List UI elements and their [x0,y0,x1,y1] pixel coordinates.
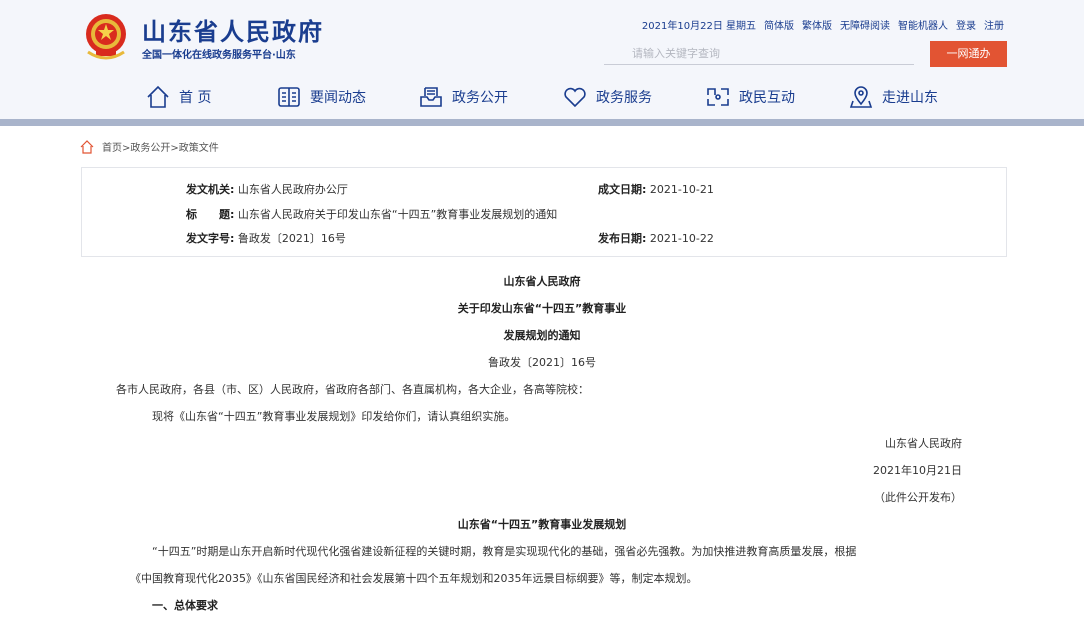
breadcrumb-path[interactable]: 首页>政务公开>政策文件 [102,139,219,154]
sign-org: 山东省人民政府 [885,437,962,450]
nav-label: 首 页 [179,90,212,106]
nav-label: 政务公开 [452,90,508,106]
article-heading-2: 发展规划的通知 [503,329,581,342]
sign-note: （此件公开发布） [874,491,962,504]
one-stop-service-button[interactable]: 一网通办 [930,41,1007,67]
published-date-row: 发布日期: 2021-10-22 [598,230,714,246]
docno-label: 发文字号: [186,232,235,245]
nav-item-home[interactable]: 首 页 [145,84,211,110]
article-heading-1: 关于印发山东省“十四五”教育事业 [457,302,627,315]
paragraph-1: “十四五”时期是山东开启新时代现代化强省建设新征程的关键时期，教育是实现现代化的… [152,545,857,558]
plan-title: 山东省“十四五”教育事业发展规划 [457,518,627,531]
issuer-label: 发文机关: [186,183,235,196]
nav-item-news[interactable]: 要闻动态 [276,84,366,110]
search-input[interactable] [604,43,914,65]
national-emblem-icon [86,14,126,60]
title-value: 山东省人民政府关于印发山东省“十四五”教育事业发展规划的通知 [237,208,558,221]
paragraph-2: 《中国教育现代化2035》《山东省国民经济和社会发展第十四个五年规划和2035年… [130,572,698,585]
nav-item-interaction[interactable]: 政民互动 [705,84,795,110]
nav-item-gov-affairs[interactable]: 政务公开 [418,84,508,110]
traditional-link[interactable]: 繁体版 [802,17,832,32]
book-icon [278,87,300,107]
register-link[interactable]: 注册 [984,17,1004,32]
site-title[interactable]: 山东省人民政府 [142,12,324,47]
created-label: 成文日期: [598,183,647,196]
nav-label: 政民互动 [739,90,795,106]
current-date: 2021年10月22日 星期五 [641,21,756,32]
sign-date: 2021年10月21日 [873,464,962,477]
section-heading: 一、总体要求 [152,599,218,612]
location-icon [849,86,873,108]
robot-link[interactable]: 智能机器人 [898,17,948,32]
login-link[interactable]: 登录 [956,17,976,32]
breadcrumb: 首页>政务公开>政策文件 [80,139,219,154]
issuer-value: 山东省人民政府办公厅 [237,183,348,196]
nav-item-services[interactable]: 政务服务 [562,84,652,110]
interact-icon [707,88,729,106]
nav-item-about-shandong[interactable]: 走进山东 [848,84,938,110]
home-icon [80,139,94,154]
home-icon [147,85,169,108]
main-nav: 首 页 要闻动态 政务公开 政务服务 政民互动 走进山东 [0,78,1084,118]
created-date-row: 成文日期: 2021-10-21 [598,181,714,197]
article-recipients: 各市人民政府，各县（市、区）人民政府，省政府各部门、各直属机构，各大企业，各高等… [116,383,589,396]
nav-label: 政务服务 [596,90,652,106]
document-info-box: 发文机关: 山东省人民政府办公厅 成文日期: 2021-10-21 标 题: 山… [81,167,1007,257]
heart-icon [564,87,586,108]
docno-value: 鲁政发〔2021〕16号 [237,232,346,245]
accessibility-link[interactable]: 无障碍阅读 [840,17,890,32]
site-header: 山东省人民政府 全国一体化在线政务服务平台·山东 2021年10月22日 星期五… [0,0,1084,120]
article-body: 现将《山东省“十四五”教育事业发展规划》印发给你们，请认真组织实施。 [152,410,516,423]
title-row: 标 题: 山东省人民政府关于印发山东省“十四五”教育事业发展规划的通知 [186,206,557,222]
issuer-row: 发文机关: 山东省人民政府办公厅 [186,181,348,197]
nav-label: 走进山东 [882,90,938,106]
site-subtitle: 全国一体化在线政务服务平台·山东 [142,50,296,61]
title-label: 标 题: [186,208,235,221]
top-links: 2021年10月22日 星期五 简体版 繁体版 无障碍阅读 智能机器人 登录 注… [642,17,1004,32]
simplified-link[interactable]: 简体版 [764,17,794,32]
created-value: 2021-10-21 [649,183,714,196]
inbox-icon [420,87,442,107]
nav-label: 要闻动态 [310,90,366,106]
nav-divider [0,119,1084,126]
published-label: 发布日期: [598,232,647,245]
published-value: 2021-10-22 [649,232,714,245]
article-issuer: 山东省人民政府 [503,275,581,288]
docno-row: 发文字号: 鲁政发〔2021〕16号 [186,230,346,246]
article-docno: 鲁政发〔2021〕16号 [488,356,596,369]
